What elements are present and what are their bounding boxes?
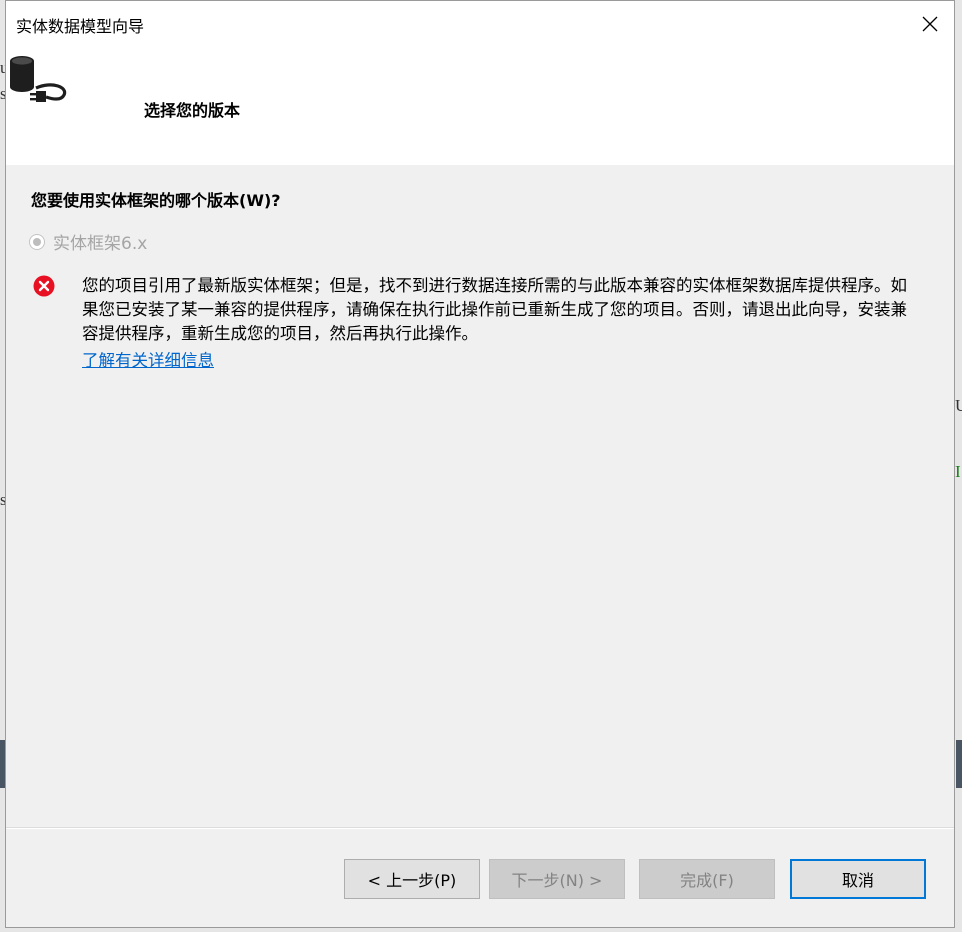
database-plug-icon — [10, 56, 67, 102]
finish-button[interactable]: 完成(F) — [639, 859, 775, 899]
close-button[interactable] — [906, 1, 954, 47]
error-message: 您的项目引用了最新版实体框架；但是，找不到进行数据连接所需的与此版本兼容的实体框… — [82, 276, 907, 343]
error-x-icon — [33, 275, 55, 297]
cancel-button[interactable]: 取消 — [790, 859, 926, 899]
dialog-title: 实体数据模型向导 — [16, 17, 145, 36]
background-text-fragment: U — [955, 396, 962, 415]
entity-data-model-wizard-dialog: 实体数据模型向导 选择您的版本 您要使用实体框架的哪个版本(W)? 实体框架6.… — [5, 0, 955, 928]
radio-label: 实体框架6.x — [53, 234, 148, 254]
learn-more-link[interactable]: 了解有关详细信息 — [82, 347, 214, 371]
next-button[interactable]: 下一步(N) > — [489, 859, 625, 899]
radio-dot — [33, 237, 41, 246]
page-title: 选择您的版本 — [144, 101, 241, 120]
version-question-label: 您要使用实体框架的哪个版本(W)? — [31, 191, 281, 210]
radio-option-ef6[interactable]: 实体框架6.x — [29, 229, 147, 254]
radio-button[interactable] — [29, 233, 45, 250]
wizard-header: 选择您的版本 — [6, 47, 954, 165]
close-icon — [922, 16, 938, 32]
background-panel-strip — [956, 740, 962, 788]
title-bar: 实体数据模型向导 — [6, 1, 954, 47]
footer-divider-highlight — [6, 828, 954, 829]
background-text-fragment: I — [955, 462, 961, 481]
back-button[interactable]: < 上一步(P) — [344, 859, 480, 899]
